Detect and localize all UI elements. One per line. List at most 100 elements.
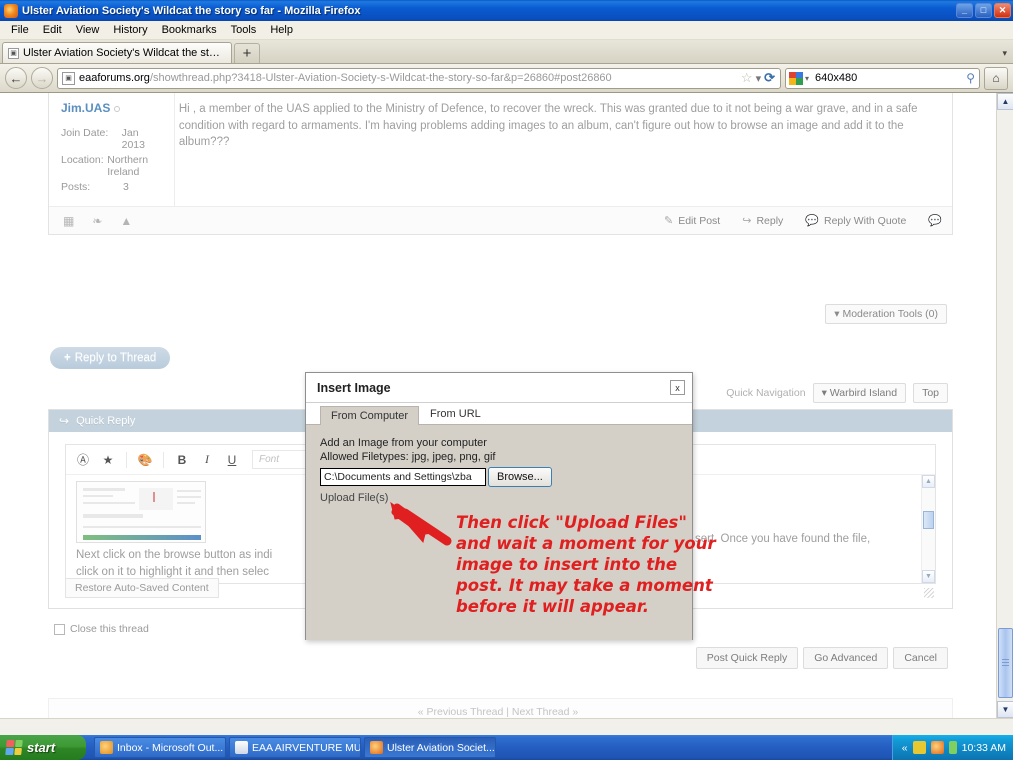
user-stat-location: Location: Northern Ireland	[61, 154, 164, 178]
new-tab-button[interactable]: +	[234, 43, 260, 63]
bookmark-star-icon[interactable]: ☆	[741, 70, 753, 86]
menu-history[interactable]: History	[106, 23, 154, 37]
quick-reply-buttons: Post Quick Reply Go Advanced Cancel	[695, 647, 948, 669]
horizontal-scrollbar[interactable]	[0, 718, 1013, 735]
editor-scrollbar[interactable]: ▲ ▼	[921, 475, 935, 583]
location-value: Northern Ireland	[107, 154, 149, 178]
resize-handle[interactable]	[924, 588, 934, 598]
file-path-input[interactable]: C:\Documents and Settings\zba	[320, 468, 486, 486]
underline-icon[interactable]: U	[221, 450, 243, 470]
firefox-icon	[4, 3, 18, 18]
search-input[interactable]: 640x480	[809, 72, 966, 84]
scroll-down-icon[interactable]: ▼	[997, 701, 1013, 718]
quick-navigation-select[interactable]: ▾ Warbird Island	[812, 383, 907, 403]
start-label: start	[27, 740, 56, 755]
menu-tools[interactable]: Tools	[224, 23, 264, 37]
taskbar-item-firefox[interactable]: Ulster Aviation Societ...	[364, 737, 496, 758]
reload-icon[interactable]: ⟳	[764, 70, 775, 86]
online-status-icon	[114, 105, 121, 112]
quick-reply-title: Quick Reply	[76, 415, 136, 427]
ip-icon[interactable]: ▦	[63, 214, 74, 228]
clock[interactable]: 10:33 AM	[962, 742, 1006, 754]
windows-logo-icon	[5, 740, 23, 755]
edit-post-button[interactable]: ✎ Edit Post	[663, 214, 720, 228]
tab-from-url[interactable]: From URL	[419, 404, 492, 424]
italic-icon[interactable]: I	[196, 450, 218, 470]
dialog-tabs: From Computer From URL	[306, 403, 692, 425]
mail-icon[interactable]	[912, 741, 926, 754]
url-bar[interactable]: ▣ eaaforums.org/showthread.php?3418-Ulst…	[57, 67, 781, 89]
close-thread-label: Close this thread	[70, 623, 149, 635]
home-button[interactable]: ⌂	[984, 66, 1008, 90]
volume-icon[interactable]	[948, 741, 957, 754]
quick-navigation-label: Quick Navigation	[726, 387, 806, 399]
editor-scroll-thumb[interactable]	[923, 511, 934, 529]
tabstrip: ▣ Ulster Aviation Society's Wildcat the …	[0, 40, 1013, 64]
bold-icon[interactable]: B	[171, 450, 193, 470]
reply-button[interactable]: ↪ Reply	[742, 214, 783, 228]
editor-text-right-fragment: sert. Once you have found the file,	[695, 533, 871, 545]
smilie-icon[interactable]: 🎨	[134, 450, 156, 470]
upload-files-button[interactable]: Upload File(s)	[320, 492, 692, 504]
browser-viewport: Jim.UAS Join Date: Jan 2013 Location: No…	[0, 93, 1013, 735]
google-icon[interactable]	[789, 71, 803, 85]
navigation-toolbar: ← → ▣ eaaforums.org/showthread.php?3418-…	[0, 64, 1013, 93]
browse-button[interactable]: Browse...	[488, 467, 552, 487]
start-button[interactable]: start	[0, 735, 86, 760]
reply-with-quote-button[interactable]: 💬 Reply With Quote	[805, 214, 906, 228]
page-scrollbar[interactable]: ▲ ▼	[996, 93, 1013, 718]
user-stat-joindate: Join Date: Jan 2013	[61, 127, 164, 151]
close-icon[interactable]: x	[670, 380, 685, 395]
menu-file[interactable]: File	[4, 23, 36, 37]
search-icon[interactable]: ⚲	[966, 71, 977, 85]
taskbar-item-word[interactable]: EAA AIRVENTURE MU...	[229, 737, 361, 758]
close-thread-checkbox[interactable]	[54, 623, 65, 635]
post-username[interactable]: Jim.UAS	[61, 101, 164, 115]
inserted-image-thumbnail	[76, 481, 206, 543]
remove-formatting-icon[interactable]: Ⓐ	[72, 450, 94, 470]
chevron-down-icon[interactable]: ▾	[756, 72, 762, 85]
posts-label: Posts:	[61, 181, 91, 193]
forum-favicon: ▣	[8, 47, 19, 59]
scroll-down-icon[interactable]: ▼	[922, 570, 935, 583]
scroll-up-icon[interactable]: ▲	[997, 93, 1013, 110]
tab-list-caret-icon[interactable]: ▾	[1002, 48, 1007, 59]
cancel-button[interactable]: Cancel	[893, 647, 948, 669]
post-message: Hi , a member of the UAS applied to the …	[178, 103, 918, 149]
post-quick-reply-button[interactable]: Post Quick Reply	[695, 647, 799, 669]
award-icon[interactable]: ❧	[92, 214, 102, 228]
close-thread-checkbox-row[interactable]: Close this thread	[54, 623, 149, 635]
page-scroll-thumb[interactable]	[998, 628, 1013, 698]
menu-edit[interactable]: Edit	[36, 23, 69, 37]
taskbar-item-label: Inbox - Microsoft Out...	[117, 741, 224, 754]
font-color-icon[interactable]: ★	[97, 450, 119, 470]
back-button[interactable]: ←	[5, 67, 27, 89]
window-controls: _ □ ✕	[956, 3, 1011, 18]
pencil-icon: ✎	[663, 215, 674, 227]
search-box[interactable]: ▾ 640x480 ⚲	[785, 67, 980, 89]
quick-navigation: Quick Navigation ▾ Warbird Island Top	[726, 383, 948, 403]
go-advanced-button[interactable]: Go Advanced	[803, 647, 889, 669]
minimize-button[interactable]: _	[956, 3, 973, 18]
top-button[interactable]: Top	[913, 383, 948, 403]
tab-from-computer[interactable]: From Computer	[320, 406, 420, 425]
moderation-tools-button[interactable]: ▾ Moderation Tools (0)	[825, 304, 947, 324]
menu-view[interactable]: View	[69, 23, 107, 37]
tray-expand-icon[interactable]: «	[902, 742, 908, 754]
taskbar-item-outlook[interactable]: Inbox - Microsoft Out...	[94, 737, 226, 758]
taskbar-items: Inbox - Microsoft Out... EAA AIRVENTURE …	[86, 737, 892, 758]
report-icon[interactable]: ▲	[120, 214, 132, 228]
reply-to-thread-button[interactable]: + Reply to Thread	[50, 347, 171, 369]
thread-navigation-links[interactable]: « Previous Thread | Next Thread »	[0, 706, 996, 718]
forward-button[interactable]: →	[31, 67, 53, 89]
maximize-button[interactable]: □	[975, 3, 992, 18]
firefox-tray-icon[interactable]	[930, 741, 944, 754]
menu-help[interactable]: Help	[263, 23, 300, 37]
browser-tab-active[interactable]: ▣ Ulster Aviation Society's Wildcat the …	[2, 42, 232, 63]
restore-autosaved-button[interactable]: Restore Auto-Saved Content	[65, 578, 219, 598]
scroll-up-icon[interactable]: ▲	[922, 475, 935, 488]
multi-quote-button[interactable]: 💬	[928, 214, 942, 227]
menu-bookmarks[interactable]: Bookmarks	[155, 23, 224, 37]
reply-arrow-icon: ↪	[742, 215, 752, 227]
close-button[interactable]: ✕	[994, 3, 1011, 18]
